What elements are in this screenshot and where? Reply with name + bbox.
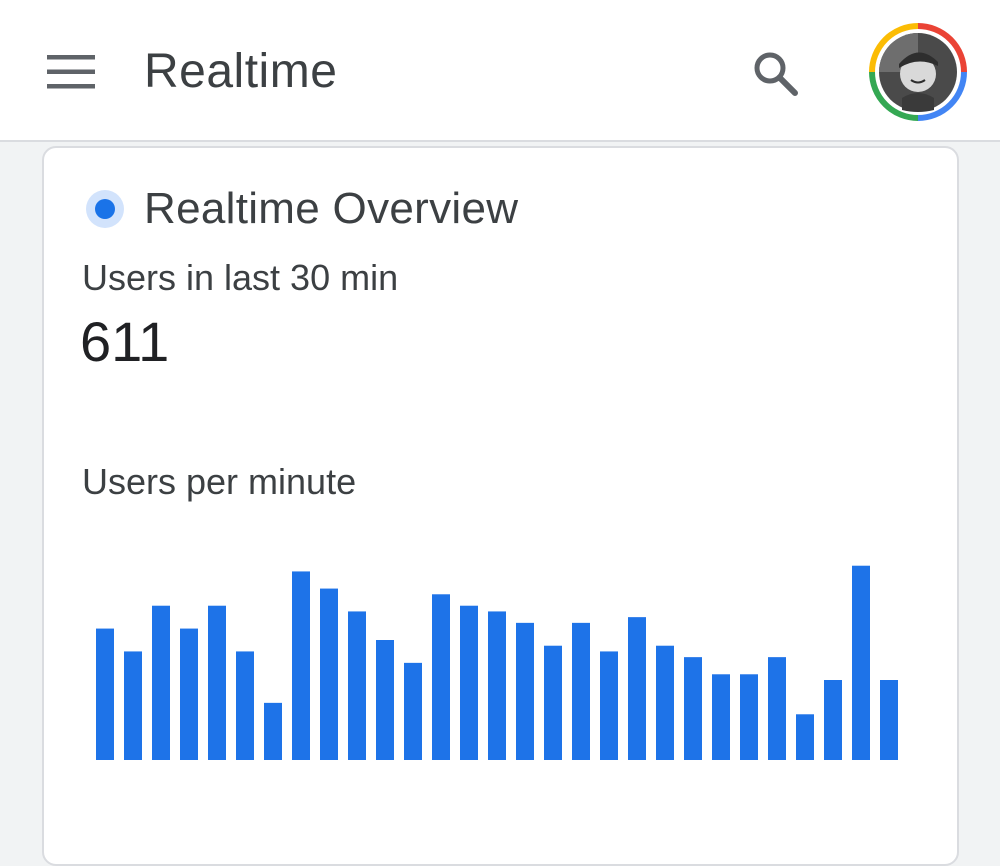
users-per-minute-chart xyxy=(96,565,898,760)
hamburger-menu-icon xyxy=(47,55,95,89)
bar-minute-21[interactable] xyxy=(656,645,674,760)
bar-minute-15[interactable] xyxy=(488,611,506,760)
users-per-minute-label: Users per minute xyxy=(82,461,357,502)
bar-minute-22[interactable] xyxy=(684,657,702,760)
search-button[interactable] xyxy=(735,38,815,108)
card-title: Realtime Overview xyxy=(144,184,519,233)
bar-minute-13[interactable] xyxy=(432,594,450,760)
page-title: Realtime xyxy=(144,45,338,98)
bar-minute-5[interactable] xyxy=(208,605,226,760)
bar-minute-26[interactable] xyxy=(796,714,814,760)
bar-minute-28[interactable] xyxy=(852,565,870,760)
live-dot xyxy=(95,199,115,219)
account-avatar[interactable] xyxy=(866,22,970,122)
bar-minute-11[interactable] xyxy=(376,640,394,760)
users-30min-value: 611 xyxy=(80,310,170,373)
bar-minute-23[interactable] xyxy=(712,674,730,760)
app-bar: Realtime xyxy=(0,0,1000,142)
bar-minute-16[interactable] xyxy=(516,622,534,760)
bar-minute-19[interactable] xyxy=(600,651,618,760)
bar-minute-12[interactable] xyxy=(404,662,422,760)
bar-minute-17[interactable] xyxy=(544,645,562,760)
bar-minute-6[interactable] xyxy=(236,651,254,760)
bar-minute-18[interactable] xyxy=(572,622,590,760)
bar-minute-14[interactable] xyxy=(460,605,478,760)
bar-minute-4[interactable] xyxy=(180,628,198,760)
bar-minute-24[interactable] xyxy=(740,674,758,760)
bar-minute-29[interactable] xyxy=(880,680,898,760)
bar-minute-25[interactable] xyxy=(768,657,786,760)
bar-minute-10[interactable] xyxy=(348,611,366,760)
bar-minute-1[interactable] xyxy=(96,628,114,760)
users-30min-label: Users in last 30 min xyxy=(82,257,399,298)
bar-minute-20[interactable] xyxy=(628,617,646,760)
bar-minute-27[interactable] xyxy=(824,680,842,760)
search-icon xyxy=(754,52,798,96)
menu-button[interactable] xyxy=(34,38,108,106)
bar-minute-7[interactable] xyxy=(264,702,282,760)
bar-minute-9[interactable] xyxy=(320,588,338,760)
avatar-icon xyxy=(869,23,967,121)
live-indicator-icon xyxy=(86,190,124,228)
bar-minute-8[interactable] xyxy=(292,571,310,760)
bar-minute-3[interactable] xyxy=(152,605,170,760)
bar-minute-2[interactable] xyxy=(124,651,142,760)
